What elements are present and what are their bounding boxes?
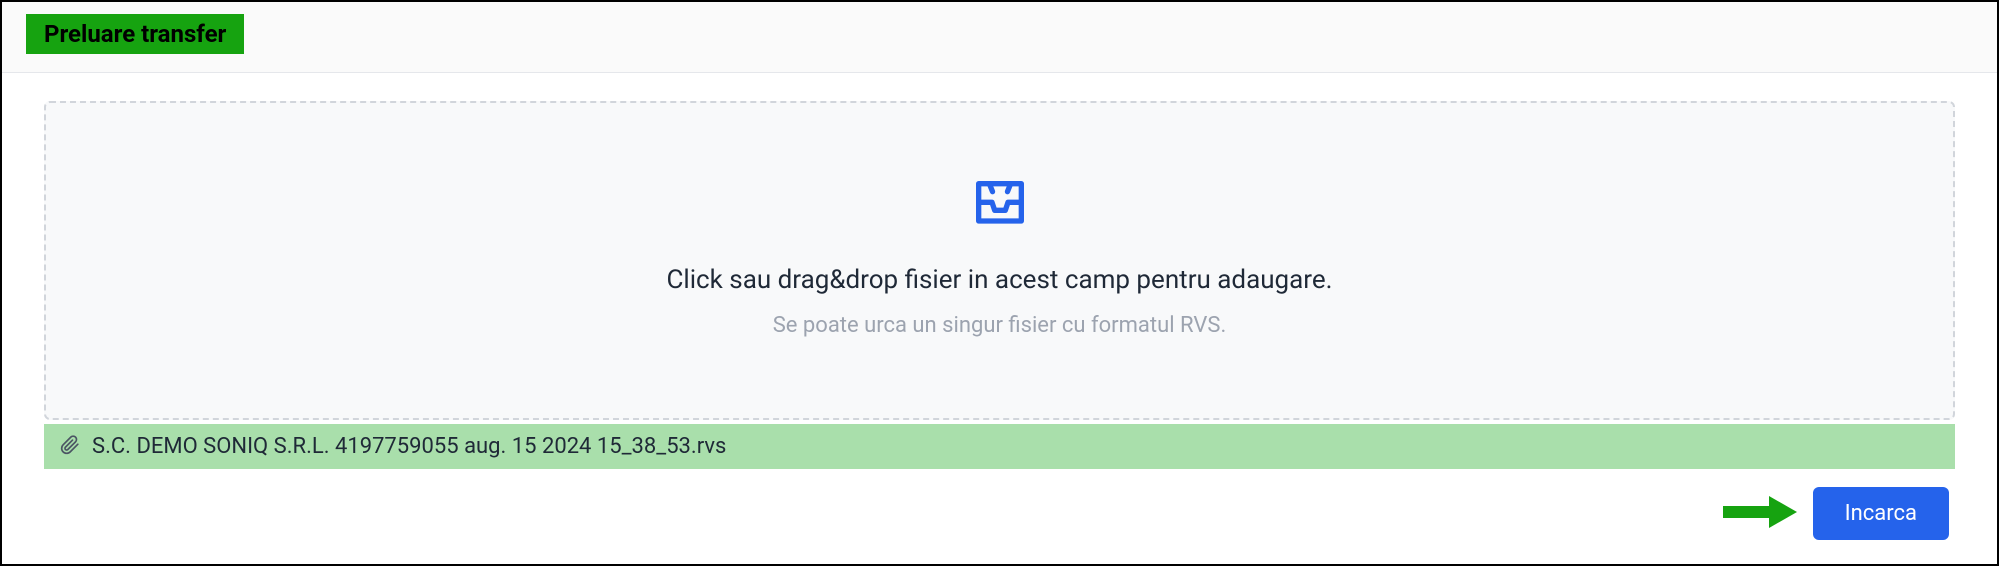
dropzone-sub-text: Se poate urca un singur fisier cu format… (773, 313, 1227, 338)
page-title: Preluare transfer (26, 14, 244, 54)
header-bar: Preluare transfer (2, 2, 1997, 73)
file-dropzone[interactable]: Click sau drag&drop fisier in acest camp… (44, 101, 1955, 420)
inbox-icon (968, 173, 1032, 241)
arrow-right-icon (1721, 494, 1799, 534)
uploaded-file-row[interactable]: S.C. DEMO SONIQ S.R.L. 4197759055 aug. 1… (44, 424, 1955, 469)
app-frame: Preluare transfer Click sau drag&drop fi… (0, 0, 1999, 566)
dropzone-main-text: Click sau drag&drop fisier in acest camp… (666, 265, 1332, 295)
uploaded-file-name: S.C. DEMO SONIQ S.R.L. 4197759055 aug. 1… (92, 434, 726, 459)
attachment-icon (60, 435, 80, 459)
content-area: Click sau drag&drop fisier in acest camp… (2, 73, 1997, 564)
upload-button[interactable]: Incarca (1813, 487, 1949, 540)
footer-row: Incarca (44, 487, 1955, 540)
